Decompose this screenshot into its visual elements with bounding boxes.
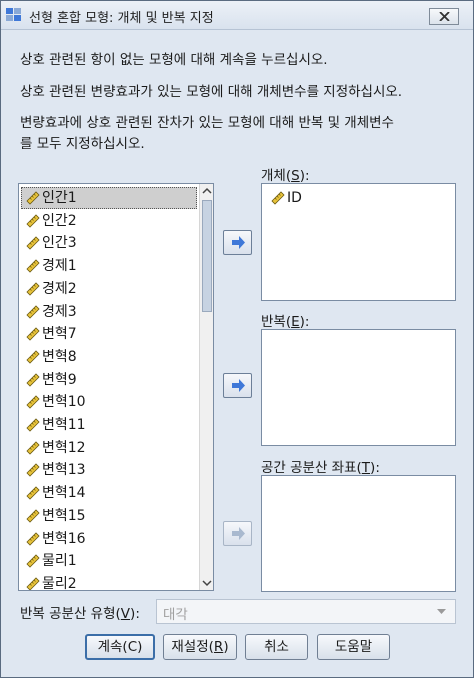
variable-list-item[interactable]: 인간3 [21,232,197,254]
variable-label: 변혁7 [42,326,77,343]
source-variable-list[interactable]: 인간1 인간2 인간3 경제1 경제2 경제3 변혁7 변혁8 변혁9 변혁10 변혁11 변혁12 변… [18,183,214,591]
spss-app-icon [6,8,21,21]
scale-ruler-icon [26,486,40,500]
arrow-right-icon [232,236,245,249]
scale-ruler-icon [26,531,40,546]
scale-ruler-icon [26,304,40,319]
title-bar: 선형 혼합 모형: 개체 및 반복 지정 [1,1,473,30]
variable-label: 변혁10 [42,394,86,411]
variable-label: 변혁9 [42,371,77,388]
variable-label: 경제3 [42,303,77,320]
variable-list-item[interactable]: 경제1 [21,255,197,277]
variable-list-item[interactable]: 경제3 [21,301,197,323]
scale-ruler-icon [26,418,40,432]
scroll-down-button[interactable] [200,576,213,590]
subjects-label: 개체(S): [261,168,310,184]
variable-label: 변혁16 [42,530,86,547]
repeated-label: 반복(E): [261,314,310,330]
help-button[interactable]: 도움말 [317,634,390,660]
scale-ruler-icon [26,395,40,409]
covariance-type-label: 반복 공분산 유형(V): [20,606,140,622]
move-to-repeated-button[interactable] [223,373,252,398]
variable-list-item[interactable]: 변혁16 [21,528,197,550]
variable-label: 변혁15 [42,507,86,524]
move-to-spatial-covariance-button[interactable] [223,521,252,546]
variable-list-item[interactable]: 변혁7 [21,323,197,345]
reset-button[interactable]: 재설정(R) [163,634,237,660]
move-to-subjects-button[interactable] [223,230,252,255]
scale-ruler-icon [26,509,40,523]
variable-label: 경제1 [42,258,77,275]
variable-label: 변혁14 [42,485,86,502]
scale-ruler-icon [26,577,40,590]
scale-ruler-icon [26,554,40,568]
variable-label: 인간3 [42,235,77,252]
subjects-list[interactable]: ID [261,183,456,301]
arrow-right-icon [232,379,245,392]
variable-label: 물리1 [42,553,77,570]
variable-list-scrollbar[interactable] [199,184,213,590]
scale-ruler-icon [26,191,40,205]
variable-list-item[interactable]: 인간2 [21,210,197,232]
variable-list-item[interactable]: 변혁9 [21,369,197,391]
scale-ruler-icon [26,463,40,477]
variable-label: 변혁8 [42,348,77,365]
scale-ruler-icon [26,373,40,387]
spatial-covariance-list[interactable] [261,475,456,592]
variable-list-item[interactable]: 변혁13 [21,459,197,481]
spatial-covariance-label: 공간 공분산 좌표(T): [261,460,380,476]
close-icon [439,12,450,21]
covariance-type-value: 대각 [163,607,188,623]
scale-ruler-icon [26,236,40,250]
scale-ruler-icon [26,327,40,341]
variable-list-item[interactable]: 경제2 [21,278,197,300]
instruction-line-3: 변량효과에 상호 관련된 잔차가 있는 모형에 대해 반복 및 개체변수 [20,115,394,131]
variable-list-item[interactable]: 변혁15 [21,505,197,527]
scale-ruler-icon [26,350,40,364]
instruction-line-4: 를 모두 지정하십시오. [20,136,145,152]
scale-ruler-icon [271,191,285,205]
continue-button[interactable]: 계속(C) [85,634,155,660]
variable-label: 경제2 [42,280,77,297]
variable-label: 인간1 [42,190,77,206]
chevron-down-icon [202,580,212,587]
chevron-up-icon [202,187,212,194]
scale-ruler-icon [26,259,40,273]
variable-list-item[interactable]: 변혁8 [21,346,197,368]
variable-list-item[interactable]: 인간1 [21,187,197,209]
variable-list-item[interactable]: 변혁14 [21,482,197,504]
arrow-right-icon [232,527,245,540]
variable-label: 물리2 [42,575,77,591]
scale-ruler-icon [26,441,40,455]
covariance-type-select[interactable]: 대각 [156,599,456,624]
scroll-thumb[interactable] [202,200,212,312]
close-button[interactable] [429,8,459,25]
variable-list-item[interactable]: 물리1 [21,550,197,572]
dropdown-arrow-icon [437,609,446,614]
scale-ruler-icon [26,282,40,296]
instruction-line-2: 상호 관련된 변량효과가 있는 모형에 대해 개체변수를 지정하십시오. [20,84,403,100]
repeated-list[interactable] [261,329,456,446]
cancel-button[interactable]: 취소 [245,634,308,660]
variable-label: 변혁12 [42,439,86,456]
scale-ruler-icon [26,214,40,228]
variable-list-item[interactable]: 변혁10 [21,391,197,413]
variable-list-item[interactable]: 변혁12 [21,437,197,459]
instruction-line-1: 상호 관련된 항이 없는 모형에 대해 계속을 누르십시오. [20,52,328,68]
variable-label: 변혁13 [42,462,86,479]
variable-list-item[interactable]: 변혁11 [21,414,197,436]
variable-list-item[interactable]: 물리2 [21,573,197,591]
define-subjects-repeated-dialog: 선형 혼합 모형: 개체 및 반복 지정 상호 관련된 항이 없는 모형에 대해… [0,0,474,678]
variable-label: 인간2 [42,212,77,229]
window-title: 선형 혼합 모형: 개체 및 반복 지정 [29,11,214,26]
scroll-up-button[interactable] [200,184,213,198]
variable-label: 변혁11 [42,417,86,433]
